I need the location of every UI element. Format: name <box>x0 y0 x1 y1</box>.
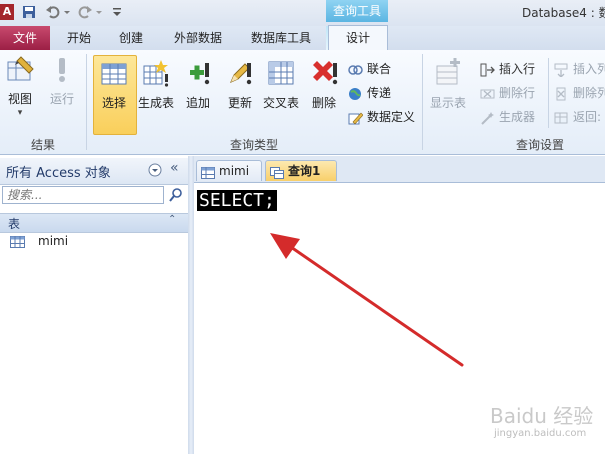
select-query-button[interactable]: 选择 <box>94 58 134 111</box>
builder-wand-icon <box>480 111 495 125</box>
delete-columns-icon <box>554 87 569 101</box>
collapse-group-icon[interactable]: ⌃ <box>168 214 176 225</box>
tab-file[interactable]: 文件 <box>0 26 50 50</box>
data-definition-label: 数据定义 <box>367 110 416 124</box>
union-button[interactable]: 联合 <box>348 60 391 78</box>
delete-query-button[interactable]: 删除 <box>306 58 342 111</box>
make-table-button[interactable]: 生成表 <box>136 58 176 111</box>
builder-label: 生成器 <box>499 110 536 124</box>
group-separator <box>422 54 423 150</box>
make-table-label: 生成表 <box>137 96 174 110</box>
insert-columns-button[interactable]: 插入列 <box>554 60 605 78</box>
select-query-label: 选择 <box>101 96 126 110</box>
append-label: 追加 <box>185 96 210 110</box>
globe-icon <box>348 87 363 101</box>
undo-dropdown-icon[interactable] <box>63 5 71 19</box>
pencil-icon <box>222 58 258 91</box>
nav-group-tables-label: 表 <box>8 217 21 231</box>
union-icon <box>348 63 363 77</box>
insert-rows-label: 插入行 <box>499 62 536 76</box>
view-dropdown-icon[interactable]: ▾ <box>2 108 38 118</box>
context-tab-group-label: 查询工具 <box>326 0 388 22</box>
nav-item-label: mimi <box>38 234 69 248</box>
view-label: 视图 <box>7 92 32 106</box>
crosstab-button[interactable]: 交叉表 <box>262 58 300 111</box>
insert-rows-icon <box>480 63 495 77</box>
nav-item-table[interactable]: mimi <box>2 233 186 251</box>
data-definition-button[interactable]: 数据定义 <box>348 108 415 126</box>
save-icon[interactable] <box>22 5 36 19</box>
title-bar: A <box>0 0 605 26</box>
run-button[interactable]: 运行 <box>44 54 80 107</box>
delete-rows-label: 删除行 <box>499 86 536 100</box>
undo-icon[interactable] <box>46 5 60 19</box>
tab-external-data[interactable]: 外部数据 <box>162 26 234 50</box>
table-icon <box>10 235 26 249</box>
run-label: 运行 <box>49 92 74 106</box>
table-icon <box>201 165 215 179</box>
passthrough-button[interactable]: 传递 <box>348 84 391 102</box>
update-button[interactable]: 更新 <box>222 58 258 111</box>
builder-button[interactable]: 生成器 <box>480 108 535 126</box>
redo-dropdown-icon[interactable] <box>95 5 103 19</box>
ribbon: 视图 ▾ 运行 结果 选择 生成表 追加 更新 交叉表 删除 联合 传递 数据定… <box>0 50 605 155</box>
tab-create[interactable]: 创建 <box>108 26 154 50</box>
customize-qat-icon[interactable] <box>112 5 122 19</box>
access-app-icon[interactable]: A <box>0 4 14 20</box>
watermark-url: jingyan.baidu.com <box>494 428 587 439</box>
search-icon[interactable] <box>168 187 184 203</box>
delete-columns-label: 删除列 <box>573 86 605 100</box>
query-type-group-label: 查询类型 <box>229 138 278 152</box>
search-input[interactable] <box>2 186 164 204</box>
data-definition-icon <box>348 111 364 125</box>
window-title: Database4 : 数 <box>522 6 605 20</box>
append-button[interactable]: 追加 <box>180 58 216 111</box>
watermark-logo: Baidu 经验 <box>490 404 594 428</box>
tab-database-tools[interactable]: 数据库工具 <box>240 26 322 50</box>
shutter-bar-close-icon[interactable]: « <box>170 160 179 176</box>
show-table-button[interactable]: 显示表 <box>426 58 470 111</box>
document-tab-table[interactable]: mimi <box>196 160 262 181</box>
crosstab-label: 交叉表 <box>262 96 299 110</box>
tab-home[interactable]: 开始 <box>56 26 102 50</box>
tab-design[interactable]: 设计 <box>328 25 388 51</box>
show-table-label: 显示表 <box>429 96 466 110</box>
return-label: 返回: <box>573 110 602 124</box>
show-table-icon <box>426 58 470 91</box>
delete-query-label: 删除 <box>311 96 336 110</box>
navigation-pane-title[interactable]: 所有 Access 对象 <box>6 162 111 181</box>
annotation-arrow <box>270 233 464 367</box>
update-label: 更新 <box>227 96 252 110</box>
group-separator <box>548 58 549 128</box>
document-tab-query[interactable]: 查询1 <box>265 160 337 181</box>
return-icon <box>554 111 569 125</box>
document-tab-label: mimi <box>219 164 250 178</box>
insert-columns-label: 插入列 <box>573 62 605 76</box>
delete-rows-icon <box>480 87 495 101</box>
make-table-icon <box>136 58 176 91</box>
passthrough-label: 传递 <box>367 86 392 100</box>
delete-columns-button[interactable]: 删除列 <box>554 84 605 102</box>
document-tab-label: 查询1 <box>288 164 321 178</box>
sql-text-selected[interactable]: SELECT; <box>197 190 277 211</box>
view-button[interactable]: 视图 ▾ <box>2 54 38 118</box>
union-label: 联合 <box>367 62 392 76</box>
view-icon <box>2 54 38 87</box>
append-plus-icon <box>180 58 216 91</box>
query-icon <box>270 165 284 179</box>
delete-rows-button[interactable]: 删除行 <box>480 84 535 102</box>
nav-group-tables-header[interactable] <box>0 213 188 233</box>
return-button[interactable]: 返回: <box>554 108 601 126</box>
select-query-icon <box>94 58 134 91</box>
insert-rows-button[interactable]: 插入行 <box>480 60 535 78</box>
redo-icon[interactable] <box>78 5 92 19</box>
crosstab-icon <box>262 58 300 91</box>
results-group-label: 结果 <box>30 138 55 152</box>
exclamation-icon <box>44 54 80 87</box>
insert-columns-icon <box>554 63 569 78</box>
query-setup-group-label: 查询设置 <box>515 138 564 152</box>
delete-x-icon <box>306 58 342 91</box>
nav-menu-dropdown-icon[interactable] <box>148 163 162 177</box>
